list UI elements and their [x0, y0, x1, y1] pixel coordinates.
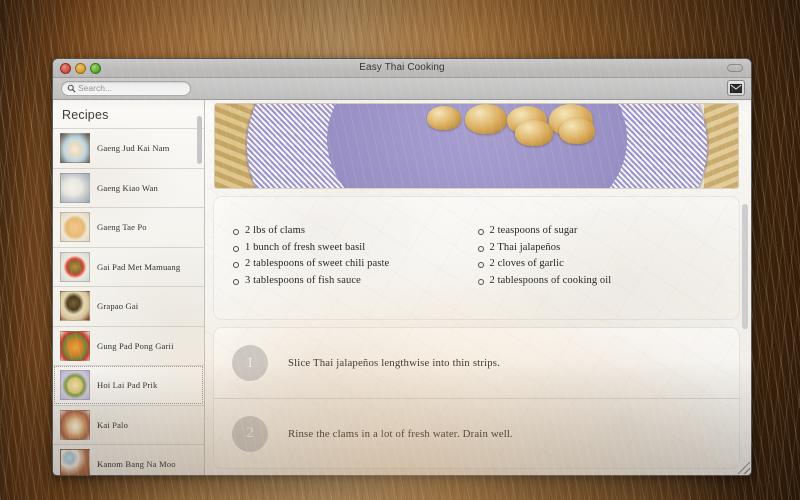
desktop-wallpaper: Easy Thai Cooking Search... Recipes Gaen…	[0, 0, 800, 500]
toolbar: Search...	[53, 78, 751, 100]
steps-card: 1 Slice Thai jalapeños lengthwise into t…	[214, 328, 739, 468]
list-item[interactable]: Grapao Gai	[53, 286, 204, 326]
hero-clam	[559, 118, 595, 144]
recipe-name: Gaeng Kiao Wan	[97, 182, 158, 193]
list-item[interactable]: Kanom Bang Na Moo	[53, 444, 204, 475]
recipe-name: Gaeng Jud Kai Nam	[97, 143, 170, 154]
sidebar-scrollbar[interactable]	[197, 116, 202, 164]
list-item[interactable]: Gaeng Kiao Wan	[53, 167, 204, 208]
mail-icon	[730, 83, 742, 93]
sidebar-heading: Recipes	[62, 108, 109, 122]
ingredient-item: 3 tablespoons of fish sauce	[232, 273, 477, 290]
hero-clam	[427, 106, 461, 130]
ingredient-item: 2 teaspoons of sugar	[477, 223, 722, 240]
list-item[interactable]: Gaeng Tae Po	[53, 207, 204, 247]
recipe-name: Gung Pad Pong Garii	[97, 340, 174, 351]
list-item[interactable]: Gaeng Jud Kai Nam	[53, 128, 204, 168]
sidebar: Recipes Gaeng Jud Kai Nam Gaeng Kiao Wan…	[53, 100, 205, 475]
hero-basket-right	[704, 104, 738, 188]
recipe-thumbnail	[60, 172, 90, 203]
search-icon	[67, 84, 76, 93]
search-input[interactable]: Search...	[61, 81, 191, 96]
ingredients-column-left: 2 lbs of clams 1 bunch of fresh sweet ba…	[232, 223, 477, 319]
window-body: Recipes Gaeng Jud Kai Nam Gaeng Kiao Wan…	[53, 100, 751, 475]
toolbar-toggle-button[interactable]	[727, 64, 743, 72]
step-text: Slice Thai jalapeños lengthwise into thi…	[288, 357, 500, 369]
ingredients-card: 2 lbs of clams 1 bunch of fresh sweet ba…	[214, 197, 739, 319]
step-number: 1	[232, 345, 268, 381]
window-title: Easy Thai Cooking	[359, 62, 445, 73]
step-text: Rinse the clams in a lot of fresh water.…	[288, 427, 513, 440]
recipe-thumbnail	[60, 370, 90, 401]
hero-clam	[515, 120, 553, 146]
list-item[interactable]: Kai Palo	[53, 404, 204, 445]
step-number: 2	[232, 415, 268, 452]
recipe-thumbnail	[60, 212, 90, 243]
window-titlebar[interactable]: Easy Thai Cooking	[53, 59, 751, 78]
ingredient-item: 2 cloves of garlic	[477, 256, 722, 273]
recipe-thumbnail	[60, 330, 90, 361]
list-item[interactable]: Gai Pad Met Mamuang	[53, 246, 204, 287]
recipe-thumbnail	[60, 133, 90, 164]
recipe-thumbnail	[60, 291, 90, 322]
application-window: Easy Thai Cooking Search... Recipes Gaen…	[52, 58, 752, 476]
step-row: 2 Rinse the clams in a lot of fresh wate…	[214, 398, 739, 468]
step-row: 1 Slice Thai jalapeños lengthwise into t…	[214, 328, 739, 398]
ingredient-item: 1 bunch of fresh sweet basil	[232, 240, 477, 257]
content-scrollbar[interactable]	[742, 204, 748, 329]
ingredient-item: 2 tablespoons of cooking oil	[477, 273, 722, 290]
mail-button[interactable]	[727, 80, 745, 96]
ingredient-item: 2 Thai jalapeños	[477, 240, 722, 257]
list-item-selected[interactable]: Hoi Lai Pad Prik	[53, 365, 204, 405]
recipe-thumbnail	[60, 251, 90, 282]
ingredients-list-left: 2 lbs of clams 1 bunch of fresh sweet ba…	[232, 223, 477, 289]
recipe-thumbnail	[60, 449, 90, 475]
recipe-content: 2 lbs of clams 1 bunch of fresh sweet ba…	[205, 100, 751, 475]
resize-grip[interactable]	[738, 462, 750, 474]
list-item[interactable]: Gung Pad Pong Garii	[53, 325, 204, 366]
recipe-name: Kai Palo	[97, 419, 129, 430]
ingredient-item: 2 lbs of clams	[232, 223, 477, 240]
recipe-name: Grapao Gai	[97, 301, 139, 312]
hero-clam	[465, 104, 507, 134]
ingredient-item: 2 tablespoons of sweet chili paste	[232, 256, 477, 273]
recipe-list[interactable]: Gaeng Jud Kai Nam Gaeng Kiao Wan Gaeng T…	[53, 128, 204, 475]
recipe-name: Hoi Lai Pad Prik	[97, 380, 158, 391]
recipe-thumbnail	[60, 409, 90, 440]
recipe-name: Gai Pad Met Mamuang	[97, 261, 181, 272]
recipe-name: Gaeng Tae Po	[97, 222, 147, 233]
search-placeholder: Search...	[78, 83, 113, 94]
recipe-name: Kanom Bang Na Moo	[97, 459, 176, 470]
ingredients-list-right: 2 teaspoons of sugar 2 Thai jalapeños 2 …	[477, 223, 722, 289]
ingredients-column-right: 2 teaspoons of sugar 2 Thai jalapeños 2 …	[477, 223, 722, 319]
recipe-hero-image	[214, 103, 739, 189]
